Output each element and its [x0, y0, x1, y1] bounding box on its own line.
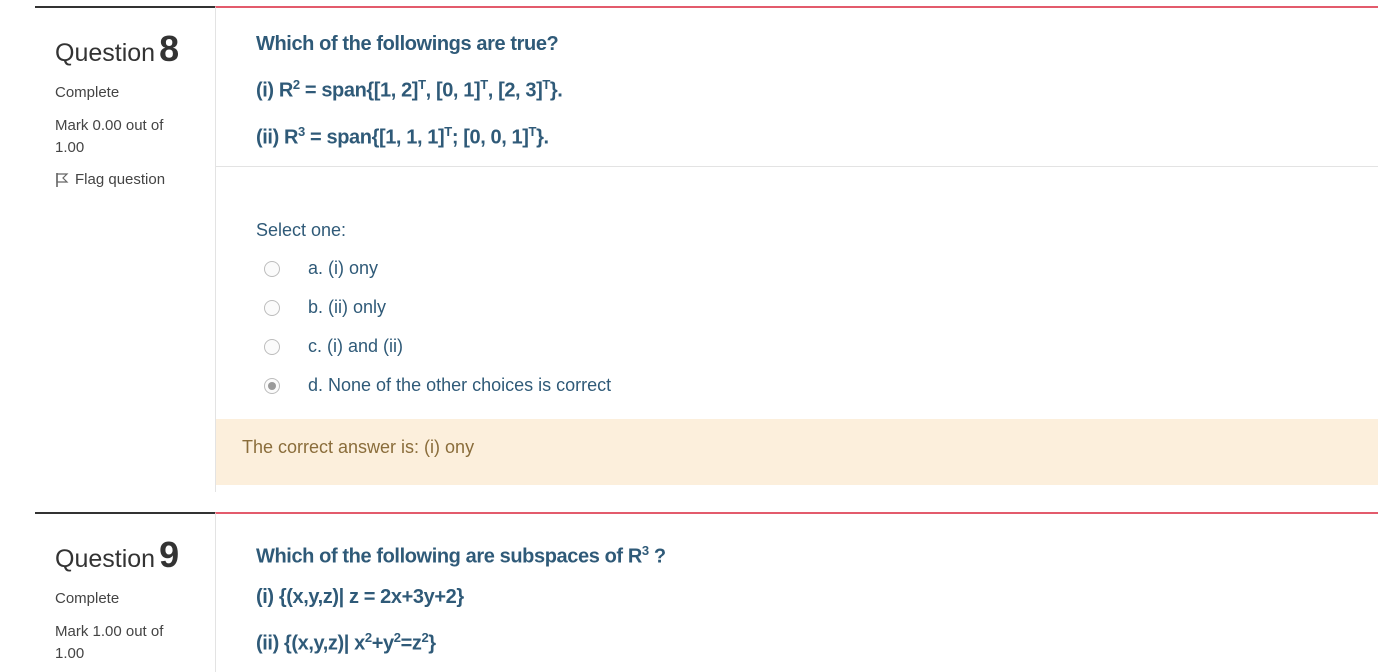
question-title-prefix: Which of the following are subspaces of …: [256, 545, 642, 568]
statement-ii-part-e: =z: [400, 632, 422, 655]
question-label: Question: [55, 39, 156, 67]
question-info: Question 8 Complete Mark 0.00 out of 1.00…: [35, 6, 215, 492]
answer-option-c[interactable]: c. (i) and (ii): [264, 327, 1378, 366]
question-state: Complete: [55, 84, 120, 101]
answer-option-b[interactable]: b. (ii) only: [264, 288, 1378, 327]
answer-label-a: a. (i) ony: [308, 258, 379, 279]
statement-i-rest: = span{[1, 2]: [299, 79, 419, 102]
radio-button-c[interactable]: [264, 338, 280, 355]
statement-i-vector-3: , [2, 3]: [487, 79, 543, 102]
question-title-suffix: ?: [648, 545, 666, 568]
answer-option-a[interactable]: a. (i) ony: [264, 249, 1378, 288]
transpose-3: T: [542, 77, 550, 92]
flag-question-link[interactable]: Flag question: [55, 171, 215, 188]
answer-label-b: b. (ii) only: [308, 297, 387, 318]
statement-ii: (ii) R3 = span{[1, 1, 1]T; [0, 0, 1]T}.: [256, 119, 1378, 151]
question-text: Which of the following are subspaces of …: [216, 514, 1378, 656]
statement-i: (i) R2 = span{[1, 2]T, [0, 1]T, [2, 3]T}…: [256, 72, 1378, 104]
question-info: Question 9 Complete Mark 1.00 out of 1.00: [35, 512, 215, 672]
statement-ii-rest: = span{[1, 1, 1]: [304, 126, 445, 149]
exponent-x: 2: [364, 629, 372, 645]
statement-ii: (ii) {(x,y,z)| x2+y2=z2}: [256, 625, 1378, 657]
transpose-2: T: [480, 77, 488, 92]
statement-ii-vector-2: ; [0, 0, 1]: [451, 126, 529, 149]
transpose-1: T: [418, 77, 426, 92]
statement-i-vector-2: , [0, 1]: [425, 79, 481, 102]
question-content: Which of the following are subspaces of …: [215, 512, 1378, 672]
answer-options: a. (i) ony b. (ii) only c. (i) and (ii) …: [216, 241, 1378, 405]
question-grade: Mark 1.00 out of 1.00: [55, 623, 164, 662]
statement-i-exponent: 2: [292, 77, 300, 92]
question-grade: Mark 0.00 out of 1.00: [55, 117, 164, 156]
flag-icon: [56, 172, 69, 187]
statement-ii-part-a: (ii) {(x,y,z)| x: [256, 632, 365, 655]
answer-label-c: c. (i) and (ii): [308, 336, 404, 357]
statement-ii-end: }: [428, 632, 436, 655]
question-label: Question: [55, 545, 156, 573]
statement-ii-prefix: (ii) R: [256, 126, 299, 149]
transpose-4: T: [444, 123, 452, 139]
question-title-exponent: 3: [641, 543, 649, 558]
correct-answer-feedback: The correct answer is: (i) ony: [216, 419, 1378, 486]
question-content: Which of the followings are true? (i) R2…: [215, 6, 1378, 492]
statement-ii-exponent: 3: [298, 123, 305, 139]
answer-label-d: d. None of the other choices is correct: [308, 375, 612, 396]
radio-button-d[interactable]: [264, 377, 280, 394]
question-number: Question 8: [55, 31, 215, 68]
question-number: Question 9: [55, 537, 215, 574]
statement-i: (i) {(x,y,z)| z = 2x+3y+2}: [256, 585, 464, 608]
question-title: Which of the following are subspaces of …: [256, 538, 1378, 570]
answer-option-d[interactable]: d. None of the other choices is correct: [264, 366, 1378, 405]
question-9: Question 9 Complete Mark 1.00 out of 1.00…: [0, 512, 1395, 672]
question-title: Which of the followings are true?: [256, 33, 559, 55]
question-state: Complete: [55, 590, 120, 607]
statement-ii-part-c: +y: [371, 632, 394, 655]
statement-i-end: }.: [549, 79, 563, 102]
question-8: Question 8 Complete Mark 0.00 out of 1.00…: [0, 6, 1395, 492]
question-number-value: 9: [159, 534, 180, 575]
question-text: Which of the followings are true? (i) R2…: [216, 8, 1378, 150]
question-number-value: 8: [159, 28, 180, 69]
transpose-5: T: [528, 123, 537, 139]
flag-question-label: Flag question: [75, 171, 166, 188]
statement-ii-end: }.: [536, 126, 549, 149]
select-one-prompt: Select one:: [256, 220, 347, 241]
exponent-y: 2: [393, 629, 401, 645]
radio-button-b[interactable]: [264, 299, 280, 316]
radio-button-a[interactable]: [264, 260, 280, 277]
statement-i-prefix: (i) R: [256, 79, 293, 102]
